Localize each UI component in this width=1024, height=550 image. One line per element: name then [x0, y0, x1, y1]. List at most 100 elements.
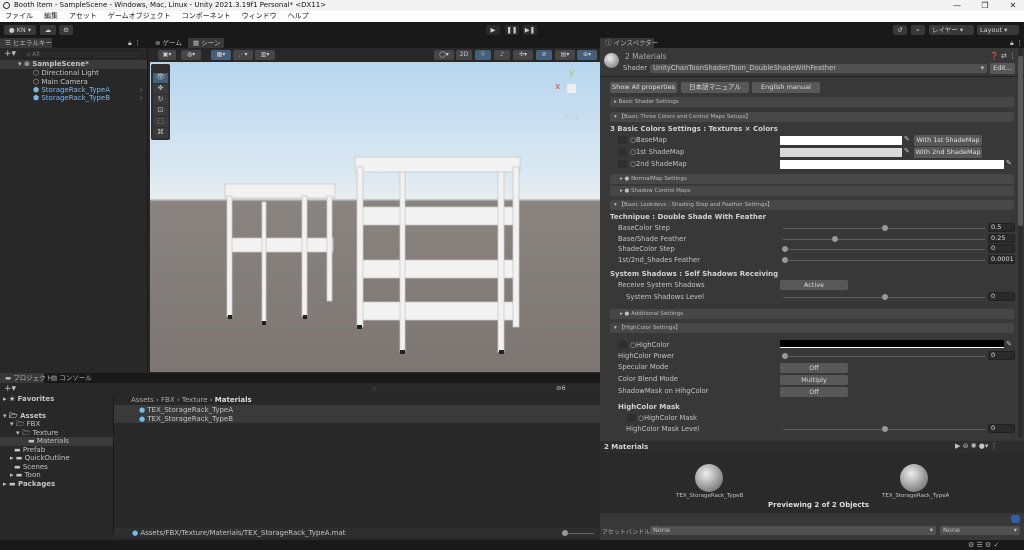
highcolor-mask-level-slider[interactable] — [783, 426, 985, 432]
show-all-properties-button[interactable]: Show All properties — [610, 82, 677, 93]
draw-mode-button[interactable]: ◯▾ — [434, 50, 454, 60]
basemap-color-swatch[interactable] — [780, 136, 902, 145]
tab-scene[interactable]: ▦ シーン — [188, 38, 224, 48]
projection-label[interactable]: Persp — [563, 114, 580, 121]
base-shade-feather-slider[interactable] — [783, 236, 985, 242]
tree-materials[interactable]: ▬ Materials — [0, 437, 113, 446]
layers-dropdown[interactable]: レイヤー ▾ — [929, 25, 974, 35]
breadcrumb-texture[interactable]: Texture — [182, 396, 208, 404]
cloud-button[interactable]: ☁ — [40, 25, 56, 35]
highcolor-color-swatch[interactable] — [780, 340, 1004, 348]
color-blend-mode-toggle[interactable]: Multiply — [780, 375, 848, 385]
inspector-scrollbar[interactable] — [1018, 48, 1023, 438]
highcolor-texture-slot[interactable] — [618, 341, 627, 349]
effects-button[interactable]: ✣▾ — [513, 50, 533, 60]
slider-knob[interactable] — [882, 225, 888, 231]
breadcrumb-assets[interactable]: Assets — [131, 396, 154, 404]
tool-handle-button[interactable]: ▣▾ — [158, 50, 176, 60]
hidden-objects-toggle[interactable]: ⊘ — [536, 50, 552, 60]
preview-controls[interactable]: ▶ ⊜ ✺ ●▾ ⋮ — [955, 442, 998, 450]
slider-knob[interactable] — [882, 426, 888, 432]
slider-knob[interactable] — [782, 353, 788, 359]
project-create-button[interactable]: +▾ — [4, 384, 16, 394]
breadcrumb-materials[interactable]: Materials — [215, 396, 252, 404]
grid-snap-button[interactable]: ▦▾ — [211, 50, 231, 60]
menu-window[interactable]: ウィンドウ — [242, 12, 277, 20]
tab-inspector[interactable]: ⓘ インスペクター — [600, 38, 658, 48]
scene-viewport[interactable] — [150, 62, 600, 372]
eyedropper-icon[interactable]: ✎ — [1006, 159, 1012, 167]
layout-dropdown[interactable]: Layout ▾ — [977, 25, 1019, 35]
gizmos-button[interactable]: ⊕▾ — [577, 50, 597, 60]
hierarchy-item[interactable]: ⬡ Directional Light — [0, 69, 147, 78]
transform-tool-icon[interactable]: ⌘ — [153, 128, 168, 138]
create-button[interactable]: +▾ — [4, 49, 16, 59]
tree-toon[interactable]: ▸ ▬ Toon — [10, 471, 41, 480]
orientation-gizmo[interactable]: y x — [555, 68, 591, 108]
search-button[interactable]: ⌕ — [911, 25, 925, 35]
shadecolor-step-slider[interactable] — [782, 246, 985, 252]
hierarchy-search-input[interactable]: ⌕ All — [22, 50, 142, 59]
2nd-shademap-texture-slot[interactable] — [618, 160, 627, 168]
tab-hierarchy[interactable]: ☰ ヒエラルキー — [0, 38, 52, 48]
global-button[interactable]: ◍▾ — [181, 50, 201, 60]
audio-toggle[interactable]: ♪ — [494, 50, 510, 60]
rect-tool-icon[interactable]: ⬚ — [153, 117, 168, 127]
menu-gameobject[interactable]: ゲームオブジェクト — [108, 12, 171, 20]
system-shadows-level-slider[interactable] — [783, 294, 985, 300]
eyedropper-icon[interactable]: ✎ — [1006, 340, 1012, 348]
menu-component[interactable]: コンポーネント — [182, 12, 231, 20]
tab-console[interactable]: ▤ コンソール — [46, 373, 97, 383]
japanese-manual-button[interactable]: 日本語マニュアル — [681, 82, 749, 93]
2d-toggle[interactable]: 2D — [456, 50, 472, 60]
menu-assets[interactable]: アセット — [69, 12, 97, 20]
shadecolor-step-value-field[interactable]: 0 — [988, 244, 1015, 253]
shader-edit-button[interactable]: Edit... — [990, 63, 1015, 74]
header-icons[interactable]: ❓ ⇄ ⋮ — [990, 52, 1016, 60]
rotate-tool-icon[interactable]: ↻ — [153, 95, 168, 105]
shades-feather-slider[interactable] — [782, 257, 985, 263]
with-2nd-shademap-button[interactable]: With 2nd ShadeMap — [914, 147, 982, 158]
menu-help[interactable]: ヘルプ — [288, 12, 309, 20]
highcolor-mask-level-value-field[interactable]: 0 — [988, 424, 1015, 433]
foldout-shadow-control-maps[interactable]: ▸ ● Shadow Control Maps — [610, 186, 1014, 196]
tab-project[interactable]: ▬ プロジェクト — [0, 373, 52, 383]
foldout-highcolor-settings[interactable]: ▾ 【HighColor Settings】 — [610, 323, 1014, 333]
eyedropper-icon[interactable]: ✎ — [904, 135, 910, 143]
hidden-packages-count[interactable]: ⊘6 — [556, 384, 566, 392]
scale-tool-icon[interactable]: ⊡ — [153, 106, 168, 116]
undo-history-button[interactable]: ↺ — [893, 25, 907, 35]
basecolor-step-slider[interactable] — [783, 225, 985, 231]
slider-knob[interactable] — [782, 246, 788, 252]
inspector-lock-icon[interactable]: 🔒︎ ⋮ — [1010, 39, 1023, 48]
foldout-normalmap[interactable]: ▸ ● NormalMap Settings — [610, 174, 1014, 184]
lighting-toggle[interactable]: 💡︎ — [475, 50, 491, 60]
menu-edit[interactable]: 編集 — [44, 12, 58, 20]
highcolor-power-value-field[interactable]: 0 — [988, 351, 1015, 360]
foldout-additional-settings[interactable]: ▸ ● Additional Settings — [610, 309, 1014, 319]
basemap-texture-slot[interactable] — [618, 136, 627, 144]
file-item[interactable]: ● TEX_StorageRack_TypeB — [139, 415, 233, 424]
view-tool-icon[interactable]: 👁︎ — [153, 73, 168, 83]
highcolor-power-slider[interactable] — [782, 353, 985, 359]
step-button[interactable]: ▶❚ — [523, 25, 537, 35]
1st-shademap-texture-slot[interactable] — [618, 148, 627, 156]
maximize-button[interactable]: ❐ — [974, 0, 996, 11]
basecolor-step-value-field[interactable]: 0.5 — [988, 223, 1015, 232]
specular-mode-toggle[interactable]: Off — [780, 363, 848, 373]
foldout-basic-shader-settings[interactable]: ▸ Basic Shader Settings — [610, 97, 1014, 107]
assetbundle-variant-dropdown[interactable]: None ▾ — [940, 526, 1020, 535]
project-search-input[interactable]: ⌕ — [369, 385, 601, 393]
foldout-three-colors[interactable]: ▾ 【Basic Three Colors and Control Maps S… — [610, 112, 1014, 122]
tab-game[interactable]: ⊚ ゲーム — [150, 38, 187, 48]
shader-dropdown[interactable]: UnityChanToonShader/Toon_DoubleShadeWith… — [650, 64, 987, 73]
breadcrumb-fbx[interactable]: FBX — [161, 396, 175, 404]
shadowmask-toggle[interactable]: Off — [780, 387, 848, 397]
english-manual-button[interactable]: English manual — [752, 82, 820, 93]
tree-fbx[interactable]: ▾ 🗁︎ FBX — [10, 420, 40, 429]
slider-knob[interactable] — [832, 236, 838, 242]
highcolor-mask-texture-slot[interactable] — [627, 414, 636, 422]
slider-knob[interactable] — [882, 294, 888, 300]
icon-size-slider[interactable] — [562, 530, 594, 536]
menu-file[interactable]: ファイル — [5, 12, 33, 20]
